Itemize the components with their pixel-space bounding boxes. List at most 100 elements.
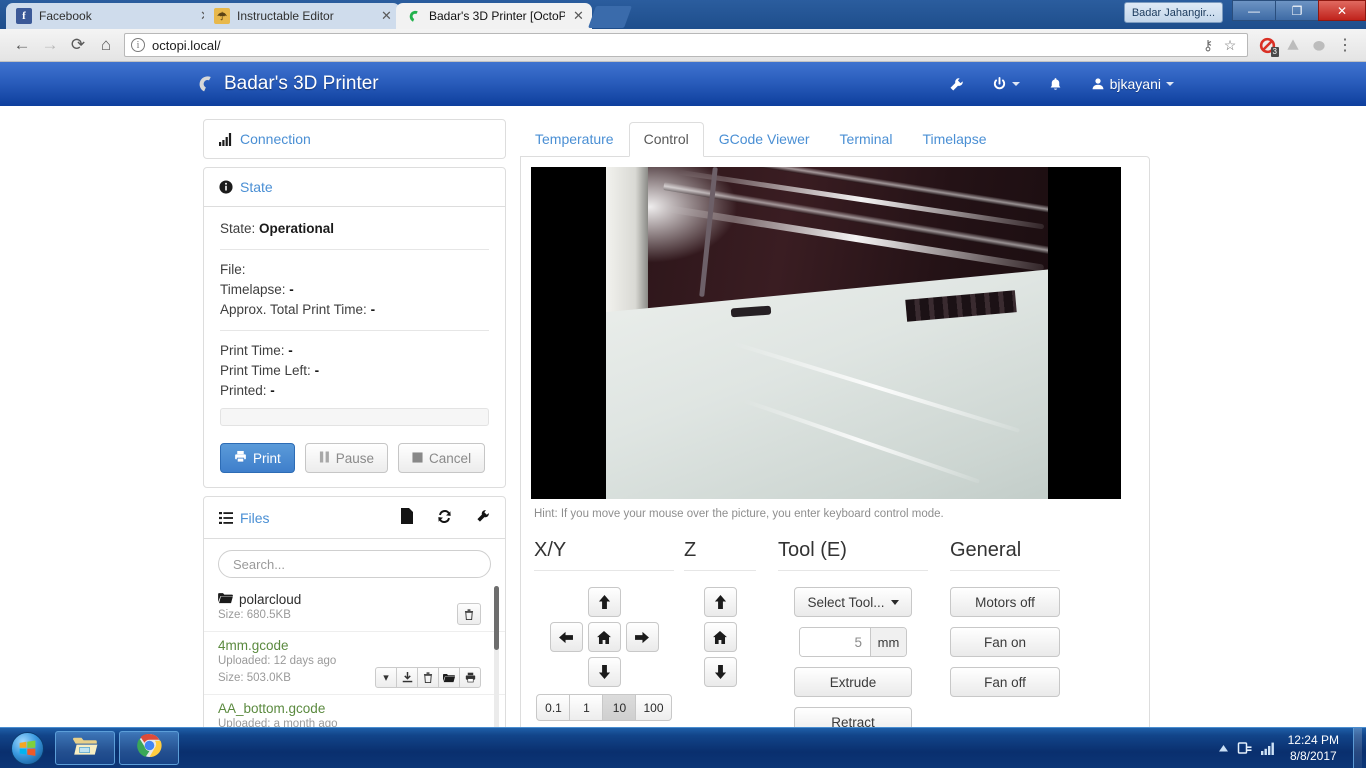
google-drive-icon[interactable] bbox=[1280, 32, 1306, 58]
back-button[interactable]: ← bbox=[8, 31, 36, 59]
home-z-button[interactable] bbox=[703, 622, 737, 652]
motors-off-button[interactable]: Motors off bbox=[950, 587, 1060, 617]
connection-panel-title: Connection bbox=[240, 131, 311, 147]
extrude-button[interactable]: Extrude bbox=[794, 667, 912, 697]
print-button[interactable]: Print bbox=[220, 443, 295, 473]
octoprint-navbar: Badar's 3D Printer bjkayani bbox=[0, 62, 1366, 106]
address-bar[interactable]: i octopi.local/ ⚷ ☆ bbox=[124, 33, 1248, 57]
key-icon[interactable]: ⚷ bbox=[1197, 37, 1219, 54]
instructables-icon: ☂ bbox=[214, 8, 230, 24]
tab-close-icon[interactable]: ✕ bbox=[571, 8, 586, 24]
jog-z-down-button[interactable] bbox=[703, 657, 737, 687]
show-desktop-button[interactable] bbox=[1353, 728, 1362, 768]
clock-date: 8/8/2017 bbox=[1289, 749, 1337, 763]
minimize-button[interactable]: — bbox=[1232, 0, 1275, 21]
window-controls: Badar Jahangir... — ❐ ✕ bbox=[1123, 0, 1366, 23]
select-tool-dropdown[interactable]: Select Tool... bbox=[794, 587, 912, 617]
jog-x-left-button[interactable] bbox=[549, 622, 583, 652]
refresh-icon[interactable] bbox=[437, 509, 452, 527]
browser-tab-facebook[interactable]: f Facebook ✕ bbox=[6, 3, 219, 29]
taskbar-chrome[interactable] bbox=[119, 731, 179, 765]
printer-frame bbox=[606, 167, 648, 327]
reload-button[interactable]: ⟳ bbox=[64, 31, 92, 59]
fan-on-button[interactable]: Fan on bbox=[950, 627, 1060, 657]
taskbar-clock[interactable]: 12:24 PM 8/8/2017 bbox=[1284, 732, 1345, 764]
file-name[interactable]: 4mm.gcode bbox=[218, 638, 491, 653]
step-size-10[interactable]: 10 bbox=[602, 694, 637, 721]
step-size-100[interactable]: 100 bbox=[635, 694, 672, 721]
printed-value: - bbox=[270, 383, 275, 398]
state-panel-header[interactable]: State bbox=[204, 168, 505, 206]
delete-icon[interactable] bbox=[417, 667, 439, 688]
download-icon[interactable] bbox=[396, 667, 418, 688]
extrude-amount-input[interactable]: 5 bbox=[800, 628, 870, 656]
star-icon[interactable]: ☆ bbox=[1219, 37, 1241, 54]
navbar-power-icon[interactable] bbox=[978, 76, 1034, 92]
forward-button[interactable]: → bbox=[36, 31, 64, 59]
evernote-icon[interactable] bbox=[1306, 32, 1332, 58]
close-window-button[interactable]: ✕ bbox=[1318, 0, 1366, 21]
taskbar-explorer[interactable] bbox=[55, 731, 115, 765]
load-folder-icon[interactable] bbox=[438, 667, 460, 688]
delete-icon[interactable] bbox=[457, 603, 481, 625]
browser-tab-octoprint[interactable]: Badar's 3D Printer [OctoP ✕ bbox=[396, 3, 592, 29]
files-panel-title: Files bbox=[240, 509, 270, 526]
z-jog-row-down bbox=[684, 657, 756, 687]
site-info-icon[interactable]: i bbox=[131, 38, 145, 52]
print-icon[interactable] bbox=[459, 667, 481, 688]
list-item[interactable]: 4mm.gcode Uploaded: 12 days ago Size: 50… bbox=[204, 631, 505, 694]
cancel-button[interactable]: Cancel bbox=[398, 443, 486, 473]
file-label: File: bbox=[220, 262, 246, 277]
home-button[interactable]: ⌂ bbox=[92, 31, 120, 59]
files-panel-header[interactable]: Files bbox=[204, 497, 505, 538]
extrude-amount-stepper[interactable]: 5 mm bbox=[799, 627, 907, 657]
connection-panel-header[interactable]: Connection bbox=[204, 120, 505, 158]
tab-timelapse[interactable]: Timelapse bbox=[907, 122, 1001, 157]
tab-close-icon[interactable]: ✕ bbox=[379, 8, 394, 24]
navbar-actions: bjkayani bbox=[935, 76, 1346, 92]
files-search-input[interactable]: Search... bbox=[218, 550, 491, 578]
app-brand[interactable]: Badar's 3D Printer bbox=[196, 73, 379, 95]
tab-terminal[interactable]: Terminal bbox=[825, 122, 908, 157]
tab-control[interactable]: Control bbox=[628, 122, 704, 157]
file-name[interactable]: polarcloud bbox=[218, 592, 491, 607]
navbar-settings-wrench-icon[interactable] bbox=[935, 77, 978, 92]
file-name[interactable]: AA_bottom.gcode bbox=[218, 701, 491, 716]
show-hidden-icons[interactable] bbox=[1218, 744, 1229, 753]
webcam-stream[interactable] bbox=[531, 167, 1121, 499]
timelapse-label: Timelapse: bbox=[220, 282, 286, 297]
timelapse-row: Timelapse: - bbox=[220, 280, 489, 300]
maximize-button[interactable]: ❐ bbox=[1275, 0, 1318, 21]
state-panel-title: State bbox=[240, 179, 273, 195]
pause-button[interactable]: Pause bbox=[304, 443, 389, 473]
step-size-0-1[interactable]: 0.1 bbox=[536, 694, 571, 721]
chrome-menu-icon[interactable]: ⋮ bbox=[1332, 32, 1358, 58]
tab-gcode-viewer[interactable]: GCode Viewer bbox=[704, 122, 825, 157]
scrollbar-thumb[interactable] bbox=[494, 586, 499, 650]
navbar-user-menu[interactable]: bjkayani bbox=[1077, 76, 1188, 92]
navbar-bell-icon[interactable] bbox=[1034, 77, 1077, 92]
step-size-1[interactable]: 1 bbox=[569, 694, 604, 721]
network-icon[interactable] bbox=[1260, 742, 1276, 755]
tab-temperature[interactable]: Temperature bbox=[520, 122, 629, 157]
new-tab-button[interactable] bbox=[587, 6, 633, 28]
fan-off-button[interactable]: Fan off bbox=[950, 667, 1060, 697]
adblock-icon[interactable]: 3 bbox=[1254, 32, 1280, 58]
jog-y-up-button[interactable] bbox=[587, 587, 621, 617]
tab-title: Badar's 3D Printer [OctoP bbox=[429, 9, 565, 23]
browser-tab-instructable-editor[interactable]: ☂ Instructable Editor ✕ bbox=[204, 3, 400, 29]
chevron-down-icon bbox=[890, 599, 899, 605]
home-xy-button[interactable] bbox=[587, 622, 621, 652]
windows-start-icon[interactable] bbox=[3, 729, 51, 767]
jog-x-right-button[interactable] bbox=[625, 622, 659, 652]
upload-file-icon[interactable] bbox=[401, 508, 413, 527]
control-column-xy: X/Y 0.1 1 10 100 bbox=[534, 539, 674, 747]
list-item[interactable]: polarcloud Size: 680.5KB bbox=[204, 586, 505, 631]
power-plug-icon[interactable] bbox=[1237, 740, 1253, 756]
jog-z-up-button[interactable] bbox=[703, 587, 737, 617]
chrome-profile-button[interactable]: Badar Jahangir... bbox=[1123, 2, 1223, 23]
expand-chevron-icon[interactable]: ▾ bbox=[375, 667, 397, 688]
files-settings-wrench-icon[interactable] bbox=[476, 509, 490, 526]
jog-y-down-button[interactable] bbox=[587, 657, 621, 687]
printer-icon bbox=[234, 450, 247, 466]
